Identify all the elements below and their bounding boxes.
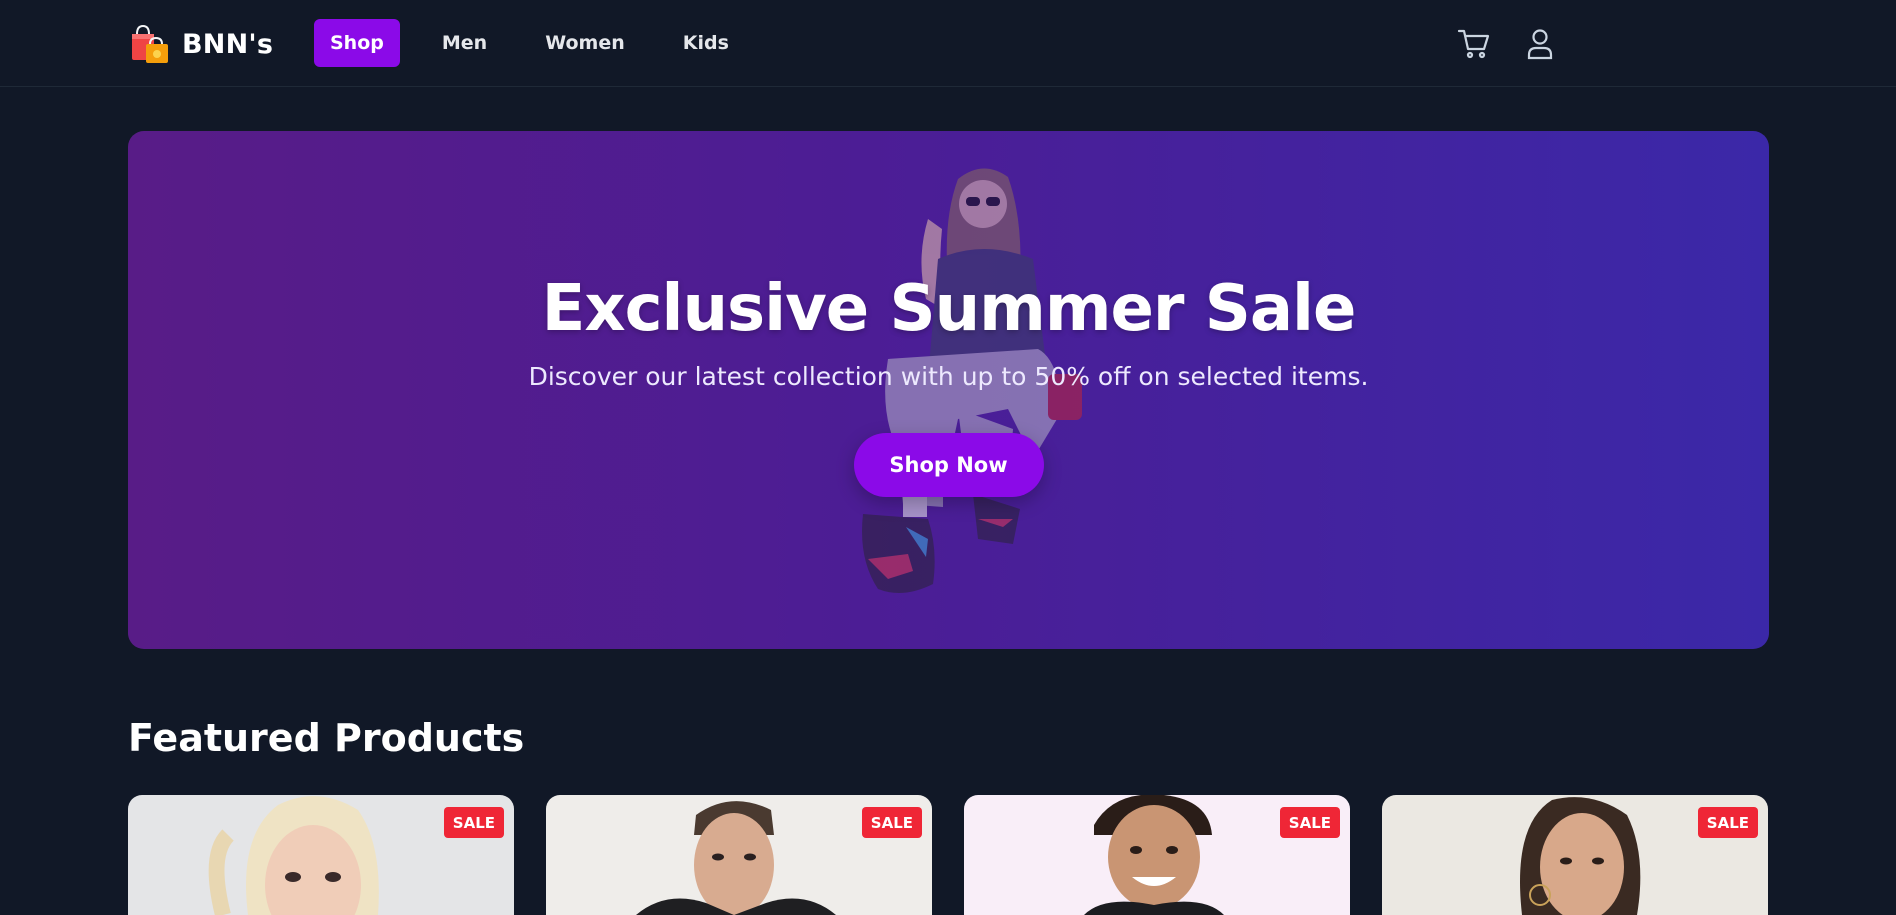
product-card[interactable]: SALE: [964, 795, 1350, 915]
cart-icon[interactable]: [1456, 26, 1492, 62]
hero-content: Exclusive Summer Sale Discover our lates…: [128, 131, 1769, 649]
brand[interactable]: BNN's: [128, 24, 273, 64]
product-card[interactable]: SALE: [1382, 795, 1768, 915]
shopping-bags-icon: [128, 24, 170, 64]
product-card[interactable]: SALE: [546, 795, 932, 915]
header-actions: [1456, 26, 1558, 62]
sale-badge: SALE: [1279, 807, 1340, 838]
sale-badge: SALE: [1697, 807, 1758, 838]
hero-banner: Exclusive Summer Sale Discover our lates…: [128, 131, 1769, 649]
nav-item-shop[interactable]: Shop: [314, 19, 400, 67]
site-header: BNN's Shop Men Women Kids: [0, 0, 1896, 87]
hero-title: Exclusive Summer Sale: [541, 272, 1357, 346]
brand-name: BNN's: [182, 28, 274, 60]
shop-now-button[interactable]: Shop Now: [853, 433, 1044, 497]
main-nav: Shop Men Women Kids: [314, 19, 745, 67]
sale-badge: SALE: [443, 807, 504, 838]
nav-item-kids[interactable]: Kids: [667, 19, 745, 67]
product-card[interactable]: SALE: [128, 795, 514, 915]
featured-products-title: Featured Products: [128, 716, 525, 760]
nav-item-women[interactable]: Women: [529, 19, 641, 67]
nav-item-men[interactable]: Men: [426, 19, 503, 67]
sale-badge: SALE: [861, 807, 922, 838]
product-grid: SALE SALE SALE SALE: [128, 795, 1768, 915]
user-icon[interactable]: [1522, 26, 1558, 62]
hero-subtitle: Discover our latest collection with up t…: [528, 362, 1369, 391]
